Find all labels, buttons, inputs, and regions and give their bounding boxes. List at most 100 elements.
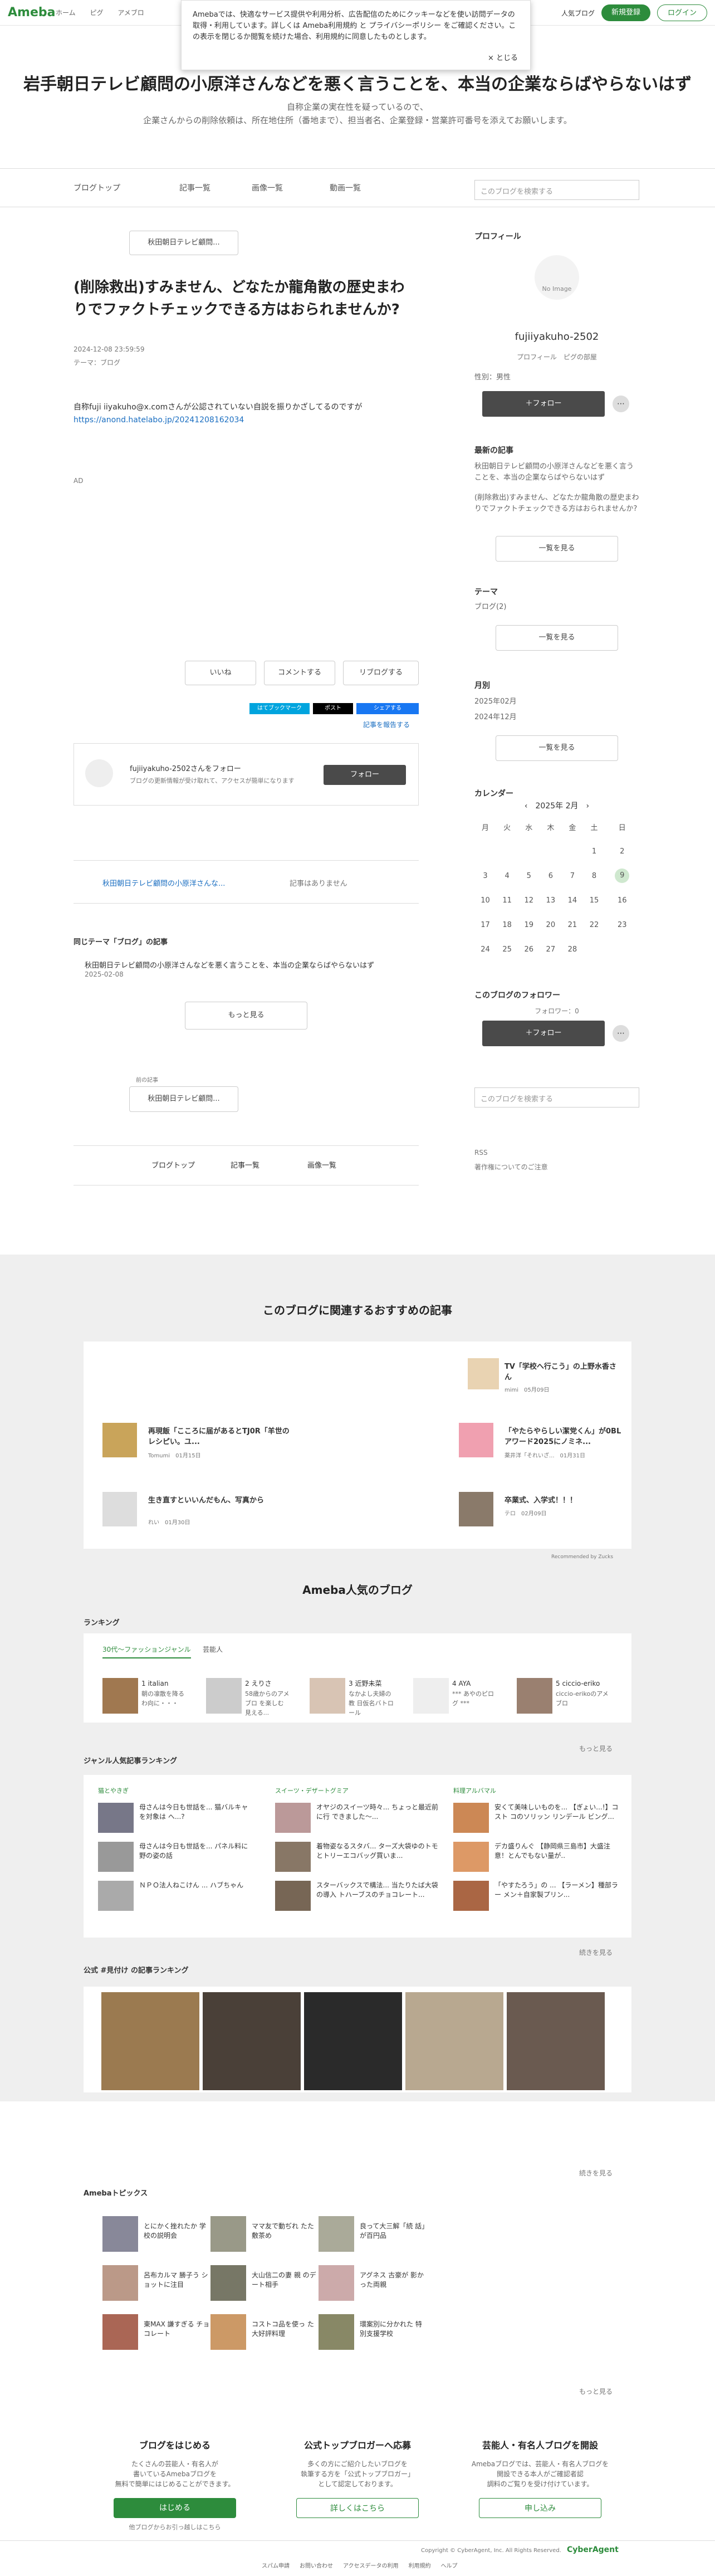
bottom-tab-entries[interactable]: 記事一覧 — [231, 1159, 259, 1170]
login-button[interactable]: ログイン — [657, 4, 707, 21]
prev-entry-button[interactable]: 秋田朝日テレビ顧問... — [129, 231, 238, 255]
rec-title-3[interactable]: 「やたらやらしい潔党くん」が0BLアワード2025にノミネ... — [505, 1425, 621, 1446]
topic-item[interactable]: 環案別に分かれた 特別支援学校 — [360, 2320, 427, 2339]
topic-item[interactable]: ママ友で動ぢれ たた敷茶め — [252, 2222, 319, 2241]
genre-item[interactable]: 母さんは今日も世話を... 猫バルキャを対象は へ...? — [139, 1803, 251, 1822]
blog-title[interactable]: 岩手朝日テレビ顧問の小原洋さんなどを悪く言うことを、本当の企業ならばやらないはず — [0, 70, 715, 95]
genre-item[interactable]: オヤジのスイーツ時々... ちょっと最近前に行 できました〜... — [316, 1803, 439, 1822]
article-theme[interactable]: テーマ：ブログ — [74, 358, 120, 367]
official-photo[interactable] — [101, 1992, 199, 2090]
ranking-tab-fashion[interactable]: 30代〜ファッションジャンル — [102, 1645, 191, 1658]
rec-title-2[interactable]: 再現飯「こころに届があるとTJ0R「羊世のレシピい。ユ... — [148, 1425, 293, 1446]
official-details-button[interactable]: 詳しくはこちら — [296, 2498, 419, 2518]
topic-item[interactable]: とにかく挫れたか 学校の説明会 — [144, 2222, 210, 2241]
month-item-2[interactable]: 2024年12月 — [474, 712, 517, 723]
comment-button[interactable]: コメントする — [264, 661, 335, 685]
genre-item[interactable]: 「やすたろう」の ... 【ラーメン】種部ラー メン＋自家製プリン... — [494, 1881, 623, 1900]
cal-next-icon[interactable]: › — [579, 802, 589, 811]
profile-links[interactable]: プロフィール ピグの部屋 — [474, 352, 639, 362]
footer-link[interactable]: ヘルプ — [441, 2561, 458, 2569]
followers-follow-button[interactable]: ＋フォロー — [482, 1021, 605, 1046]
nav-ameblo[interactable]: アメブロ — [117, 9, 144, 17]
ranking-item[interactable]: 3 近野未菜 — [349, 1679, 394, 1689]
genre-col-title[interactable]: スイーツ・デザートグミア — [275, 1786, 349, 1795]
latest-more-button[interactable]: 一覧を見る — [496, 536, 618, 562]
genre-item[interactable]: 着物姿なるスタバ... ターズ大袋ゆのトモ とトリーエコバッグ買いま... — [316, 1842, 439, 1861]
more-options-icon[interactable]: ⋯ — [613, 1025, 629, 1042]
tab-blog-top[interactable]: ブログトップ — [74, 182, 120, 193]
ranking-tab-celebrity[interactable]: 芸能人 — [203, 1645, 223, 1654]
footer-link[interactable]: アクセスデータの利用 — [343, 2561, 399, 2569]
reblog-button[interactable]: リブログする — [343, 661, 419, 685]
official-more-link[interactable]: 続きを見る — [579, 2168, 613, 2178]
month-item-1[interactable]: 2025年02月 — [474, 696, 517, 708]
footer-link[interactable]: 利用規約 — [409, 2561, 431, 2569]
blog-search-input[interactable]: このブログを検索する — [474, 180, 639, 200]
footer-link[interactable]: スパム申請 — [262, 2561, 290, 2569]
footer-link[interactable]: お問い合わせ — [300, 2561, 333, 2569]
profile-name[interactable]: fujiiyakuho-2502 — [474, 331, 639, 343]
ameba-logo[interactable]: Ameba — [8, 6, 55, 19]
more-button[interactable]: もっと見る — [185, 1002, 307, 1030]
report-link[interactable]: 記事を報告する — [363, 720, 410, 729]
topic-item[interactable]: アグネス 古豪が 影かった両親 — [360, 2271, 427, 2290]
nav-home[interactable]: ホーム — [56, 9, 76, 17]
genre-col-title[interactable]: 料理アルバマル — [453, 1786, 496, 1795]
topic-item[interactable]: 呂布カルマ 勝子う ショットに注目 — [144, 2271, 210, 2290]
cal-prev-icon[interactable]: ‹ — [525, 802, 536, 811]
genre-item[interactable]: デカ盛りんぐ 【静岡県三島市】大盛注 意！とんでもない量が.. — [494, 1842, 623, 1861]
ranking-item[interactable]: 4 AYA — [452, 1679, 498, 1689]
theme-more-button[interactable]: 一覧を見る — [496, 625, 618, 651]
topic-item[interactable]: 大山信二の妻 親 のデート相手 — [252, 2271, 319, 2290]
rec-title-1[interactable]: TV「学校へ行こう」の上野水香さん — [505, 1360, 621, 1382]
topics-more-link[interactable]: もっと見る — [579, 2387, 613, 2396]
theme-item[interactable]: ブログ(2) — [474, 602, 506, 613]
rec-title-4[interactable]: 生き直すといいんだもん、写真から — [148, 1494, 293, 1505]
official-photo[interactable] — [203, 1992, 301, 2090]
copyright-note-link[interactable]: 著作権についてのご注意 — [474, 1162, 548, 1172]
share-button[interactable]: シェアする — [356, 703, 419, 714]
ranking-item[interactable]: 5 ciccio-eriko — [556, 1679, 611, 1689]
official-photo[interactable] — [405, 1992, 503, 2090]
start-button[interactable]: はじめる — [114, 2498, 236, 2518]
pager-prev[interactable]: 秋田朝日テレビ顧問の小原洋さんな... — [102, 877, 225, 888]
article-link[interactable]: https://anond.hatelabo.jp/20241208162034 — [74, 416, 244, 425]
follow-button[interactable]: フォロー — [324, 765, 406, 785]
apply-button[interactable]: 申し込み — [479, 2498, 601, 2518]
ranking-item[interactable]: 2 えりさ — [245, 1679, 291, 1689]
more-options-icon[interactable]: ⋯ — [613, 396, 629, 412]
tab-video-list[interactable]: 動画一覧 — [330, 182, 361, 193]
topic-item[interactable]: 良って大三解「続 話」が百円品 — [360, 2222, 427, 2241]
like-button[interactable]: いいね — [185, 661, 256, 685]
genre-item[interactable]: スターバックスで構法... 当たりたば大袋の導入 トハーブスのチョコレート... — [316, 1881, 439, 1900]
month-more-button[interactable]: 一覧を見る — [496, 735, 618, 761]
sidebar-follow-button[interactable]: ＋フォロー — [482, 391, 605, 417]
before-entry-button[interactable]: 秋田朝日テレビ顧問... — [129, 1086, 238, 1112]
tab-entry-list[interactable]: 記事一覧 — [179, 182, 210, 193]
official-photo[interactable] — [507, 1992, 605, 2090]
bottom-tab-top[interactable]: ブログトップ — [151, 1159, 195, 1170]
migrate-link[interactable]: 他ブログからお引っ越しはこちら — [84, 2523, 266, 2531]
nav-pigg[interactable]: ピグ — [90, 9, 103, 17]
ranking-more-link[interactable]: もっと見る — [579, 1744, 613, 1753]
official-photo[interactable] — [304, 1992, 402, 2090]
genre-col-title[interactable]: 猫とやきぎ — [98, 1786, 129, 1795]
popular-blog-link[interactable]: 人気ブログ — [561, 8, 595, 18]
topic-item[interactable]: 東MAX 謙すぎる チョコレート — [144, 2320, 210, 2339]
bottom-tab-images[interactable]: 画像一覧 — [307, 1159, 336, 1170]
genre-more-link[interactable]: 続きを見る — [579, 1948, 613, 1957]
register-button[interactable]: 新規登録 — [601, 4, 650, 21]
post-button[interactable]: ポスト — [313, 703, 353, 714]
day-with-entry[interactable]: 9 — [605, 863, 639, 888]
rec-title-5[interactable]: 卒業式、入学式！！！ — [505, 1494, 621, 1505]
latest-item-2[interactable]: (削除救出)すみません、どなたか龍角散の歴史まわりでファクトチェックできる方はお… — [474, 492, 639, 515]
cookie-close-button[interactable]: × とじる — [488, 53, 518, 64]
sidebar-search-input[interactable]: このブログを検索する — [474, 1087, 639, 1108]
genre-item[interactable]: 母さんは今日も世話を... パネル料に野の姿の話 — [139, 1842, 251, 1861]
genre-item[interactable]: 安くて美味しいものを... 【ぎょい...!】コスト コのソリッン リンデール … — [494, 1803, 623, 1822]
latest-item-1[interactable]: 秋田朝日テレビ顧問の小原洋さんなどを悪く言うことを、本当の企業ならばやらないはず — [474, 461, 639, 484]
rss-link[interactable]: RSS — [474, 1149, 488, 1157]
tab-image-list[interactable]: 画像一覧 — [252, 182, 283, 193]
same-theme-item[interactable]: 秋田朝日テレビ顧問の小原洋さんなどを悪く言うことを、本当の企業ならばやらないはず — [85, 959, 419, 970]
genre-item[interactable]: ＮＰＯ法人ねこけん ... ハブちゃん — [139, 1881, 251, 1890]
